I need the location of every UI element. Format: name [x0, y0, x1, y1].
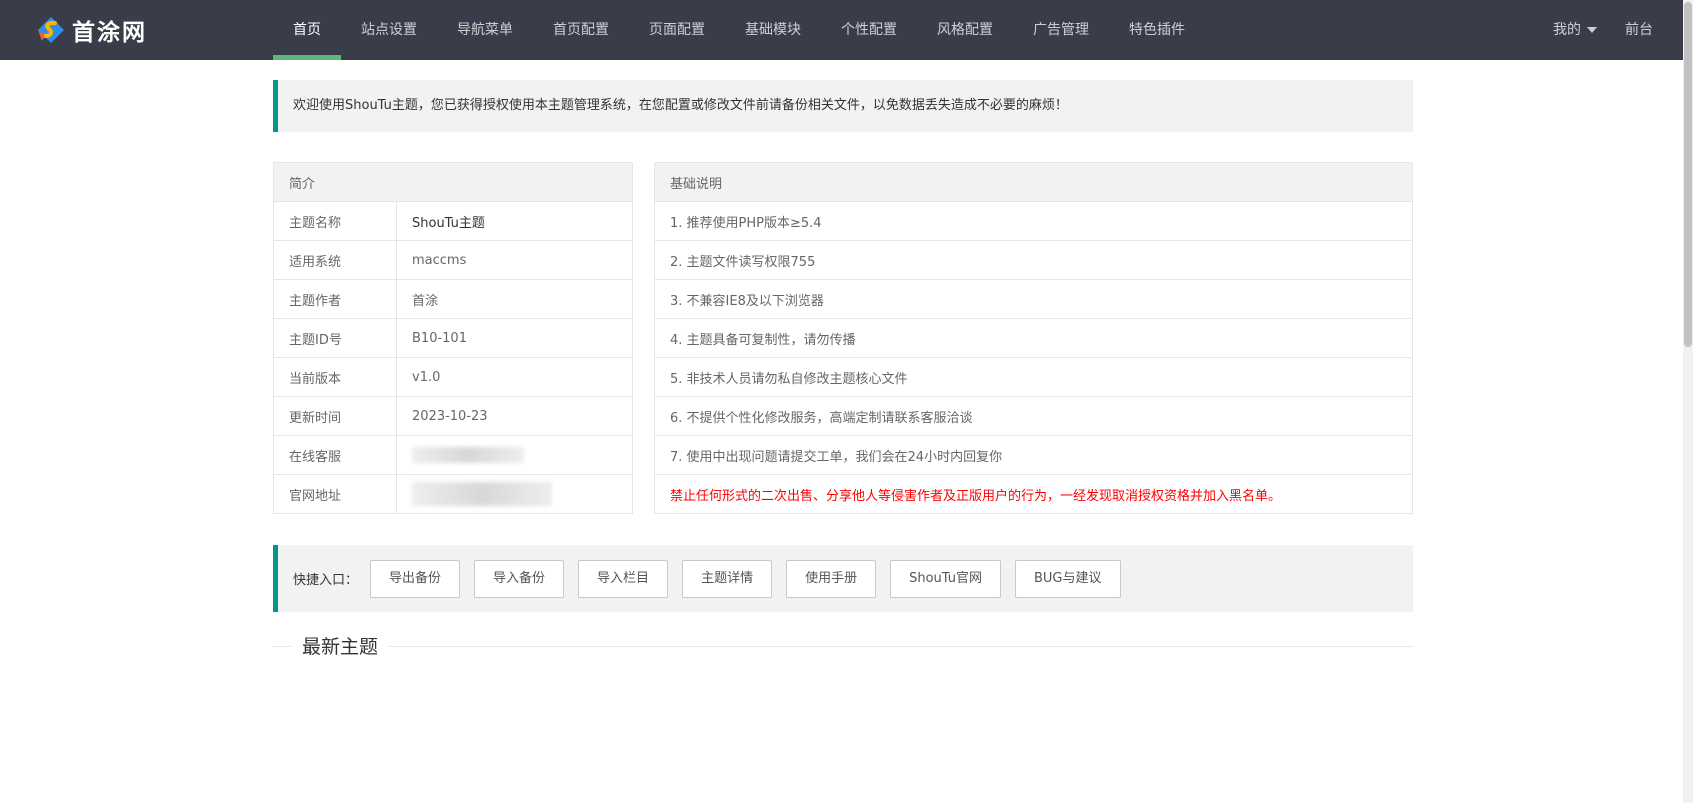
table-row: 更新时间 2023-10-23 [273, 396, 633, 436]
top-header: 首涂网 首页 站点设置 导航菜单 首页配置 页面配置 基础模块 个性配置 风格配… [0, 0, 1693, 60]
intro-table: 简介 主题名称 ShouTu主题 适用系统 maccms 主题作者 首涂 主题ID号 B… [273, 162, 633, 514]
section-divider [273, 646, 1413, 647]
import-columns-button[interactable]: 导入栏目 [578, 559, 669, 598]
table-row: 1. 推荐使用PHP版本≥5.4 [654, 201, 1413, 241]
basic-item: 3. 不兼容IE8及以下浏览器 [654, 279, 1413, 319]
basic-item: 1. 推荐使用PHP版本≥5.4 [654, 201, 1413, 241]
intro-value: v1.0 [396, 357, 633, 397]
table-row: 主题ID号 B10-101 [273, 318, 633, 358]
intro-key: 主题名称 [273, 201, 397, 241]
blurred-contact [412, 447, 524, 463]
table-row: 2. 主题文件读写权限755 [654, 240, 1413, 280]
bug-feedback-button[interactable]: BUG与建议 [1014, 559, 1121, 598]
table-row: 禁止任何形式的二次出售、分享他人等侵害作者及正版用户的行为，一经发现取消授权资格… [654, 474, 1413, 514]
intro-key: 当前版本 [273, 357, 397, 397]
nav-style-config[interactable]: 风格配置 [917, 0, 1013, 60]
basic-title: 基础说明 [654, 162, 1413, 202]
intro-value-blurred [396, 435, 633, 475]
table-row: 当前版本 v1.0 [273, 357, 633, 397]
warning-text: 禁止任何形式的二次出售、分享他人等侵害作者及正版用户的行为，一经发现取消授权资格… [654, 474, 1413, 514]
table-row: 主题名称 ShouTu主题 [273, 201, 633, 241]
nav-site-settings[interactable]: 站点设置 [341, 0, 437, 60]
page-scrollbar[interactable] [1683, 0, 1693, 803]
basic-info-table: 基础说明 1. 推荐使用PHP版本≥5.4 2. 主题文件读写权限755 3. … [654, 162, 1413, 514]
nav-home-config[interactable]: 首页配置 [533, 0, 629, 60]
table-row: 6. 不提供个性化修改服务，高端定制请联系客服洽谈 [654, 396, 1413, 436]
basic-item: 5. 非技术人员请勿私自修改主题核心文件 [654, 357, 1413, 397]
user-manual-button[interactable]: 使用手册 [786, 559, 877, 598]
nav-ad-management[interactable]: 广告管理 [1013, 0, 1109, 60]
scrollbar-thumb[interactable] [1684, 2, 1692, 347]
official-site-button[interactable]: ShouTu官网 [890, 559, 1001, 598]
intro-value: B10-101 [396, 318, 633, 358]
intro-value: 首涂 [396, 279, 633, 319]
nav-personal-config[interactable]: 个性配置 [821, 0, 917, 60]
export-backup-button[interactable]: 导出备份 [370, 559, 461, 598]
caret-down-icon [1587, 27, 1597, 33]
intro-value-blurred[interactable] [396, 474, 633, 514]
user-nav: 我的 前台 [1539, 0, 1667, 60]
nav-home[interactable]: 首页 [273, 0, 341, 60]
section-title: 最新主题 [292, 632, 389, 659]
basic-item: 6. 不提供个性化修改服务，高端定制请联系客服洽谈 [654, 396, 1413, 436]
nav-menu[interactable]: 导航菜单 [437, 0, 533, 60]
basic-item: 2. 主题文件读写权限755 [654, 240, 1413, 280]
logo[interactable]: 首涂网 [36, 13, 147, 47]
intro-key: 主题作者 [273, 279, 397, 319]
welcome-notice: 欢迎使用ShouTu主题，您已获得授权使用本主题管理系统，在您配置或修改文件前请… [273, 80, 1413, 132]
nav-basic-modules[interactable]: 基础模块 [725, 0, 821, 60]
nav-plugins[interactable]: 特色插件 [1109, 0, 1205, 60]
nav-mine-dropdown[interactable]: 我的 [1539, 0, 1611, 60]
logo-text: 首涂网 [72, 19, 147, 46]
quick-entry-label: 快捷入口： [293, 573, 359, 588]
main-nav: 首页 站点设置 导航菜单 首页配置 页面配置 基础模块 个性配置 风格配置 广告… [273, 0, 1205, 60]
nav-mine-label: 我的 [1553, 22, 1581, 38]
import-backup-button[interactable]: 导入备份 [474, 559, 565, 598]
basic-item: 4. 主题具备可复制性，请勿传播 [654, 318, 1413, 358]
intro-key: 适用系统 [273, 240, 397, 280]
table-row: 在线客服 [273, 435, 633, 475]
logo-icon [36, 15, 66, 45]
intro-key: 更新时间 [273, 396, 397, 436]
table-row: 4. 主题具备可复制性，请勿传播 [654, 318, 1413, 358]
intro-value: maccms [396, 240, 633, 280]
intro-key: 主题ID号 [273, 318, 397, 358]
theme-details-button[interactable]: 主题详情 [682, 559, 773, 598]
table-row: 3. 不兼容IE8及以下浏览器 [654, 279, 1413, 319]
nav-page-config[interactable]: 页面配置 [629, 0, 725, 60]
intro-key: 在线客服 [273, 435, 397, 475]
table-row: 适用系统 maccms [273, 240, 633, 280]
table-row: 5. 非技术人员请勿私自修改主题核心文件 [654, 357, 1413, 397]
table-row: 主题作者 首涂 [273, 279, 633, 319]
intro-key: 官网地址 [273, 474, 397, 514]
intro-value: ShouTu主题 [396, 201, 633, 241]
blurred-url [412, 482, 552, 506]
table-row: 7. 使用中出现问题请提交工单，我们会在24小时内回复你 [654, 435, 1413, 475]
quick-entry-bar: 快捷入口： 导出备份 导入备份 导入栏目 主题详情 使用手册 ShouTu官网 … [273, 545, 1413, 612]
intro-title: 简介 [273, 162, 633, 202]
intro-value: 2023-10-23 [396, 396, 633, 436]
table-row: 官网地址 [273, 474, 633, 514]
nav-frontend[interactable]: 前台 [1611, 0, 1667, 60]
basic-item: 7. 使用中出现问题请提交工单，我们会在24小时内回复你 [654, 435, 1413, 475]
